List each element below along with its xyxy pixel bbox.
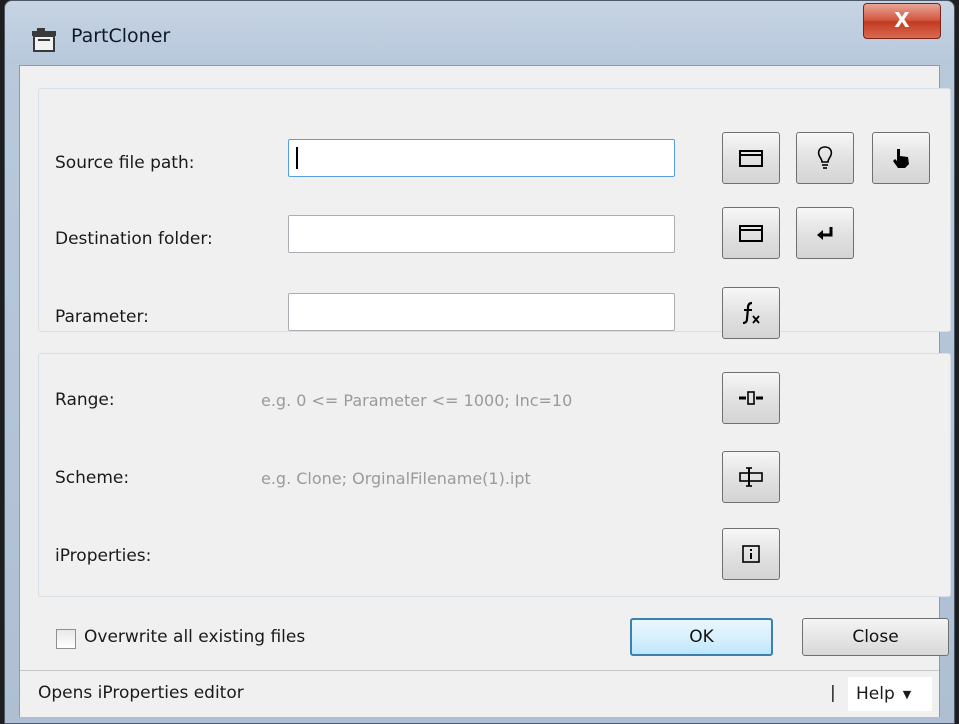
- browse-destination-button[interactable]: [722, 207, 780, 259]
- iproperties-button[interactable]: [722, 528, 780, 580]
- text-caret: [296, 147, 298, 169]
- source-file-label: Source file path:: [55, 153, 195, 173]
- help-label: Help: [856, 684, 895, 704]
- pointer-hand-icon: [893, 149, 909, 168]
- title-bar[interactable]: PartCloner X: [5, 1, 954, 65]
- paths-group: Source file path: Destination folder: Pa…: [38, 88, 951, 339]
- app-icon: [32, 28, 56, 52]
- help-dropdown[interactable]: Help ▼: [848, 677, 932, 711]
- window-title: PartCloner: [71, 25, 171, 47]
- source-file-input[interactable]: [288, 139, 675, 177]
- status-text: Opens iProperties editor: [38, 683, 244, 703]
- overwrite-label[interactable]: Overwrite all existing files: [84, 627, 305, 647]
- scheme-hint[interactable]: e.g. Clone; OrginalFilename(1).ipt: [261, 469, 531, 488]
- browse-source-button[interactable]: [722, 132, 780, 184]
- use-source-folder-button[interactable]: [796, 207, 854, 259]
- options-group: Range: e.g. 0 <= Parameter <= 1000; Inc=…: [38, 353, 951, 597]
- close-button[interactable]: Close: [802, 618, 949, 656]
- pick-source-button[interactable]: [872, 132, 930, 184]
- range-hint[interactable]: e.g. 0 <= Parameter <= 1000; Inc=10: [261, 391, 572, 410]
- parameter-input[interactable]: [288, 293, 675, 331]
- dialog-client-area: Source file path: Destination folder: Pa…: [19, 65, 951, 717]
- info-icon: [742, 545, 760, 563]
- enter-arrow-icon: [817, 227, 833, 240]
- status-bar: Opens iProperties editor | Help ▼: [20, 670, 939, 717]
- destination-folder-input[interactable]: [288, 215, 675, 253]
- function-fx-icon: [742, 301, 760, 325]
- parameter-label: Parameter:: [55, 307, 149, 327]
- status-separator: |: [830, 683, 836, 703]
- range-slider-icon: [739, 391, 763, 405]
- lightbulb-icon: [817, 146, 833, 169]
- range-label: Range:: [55, 390, 115, 410]
- folder-icon: [739, 225, 763, 242]
- scheme-label: Scheme:: [55, 468, 130, 488]
- text-cursor-icon: [739, 467, 763, 487]
- range-button[interactable]: [722, 372, 780, 424]
- dropdown-arrow-icon: ▼: [902, 687, 912, 701]
- select-parameter-button[interactable]: [722, 287, 780, 339]
- partcloner-window: PartCloner X Source file path: Destinati…: [4, 0, 955, 724]
- destination-folder-label: Destination folder:: [55, 229, 213, 249]
- scheme-button[interactable]: [722, 451, 780, 503]
- folder-icon: [739, 150, 763, 167]
- window-close-button[interactable]: X: [863, 3, 941, 39]
- suggest-source-button[interactable]: [796, 132, 854, 184]
- overwrite-checkbox[interactable]: [56, 629, 76, 649]
- iproperties-label: iProperties:: [55, 546, 152, 566]
- ok-button[interactable]: OK: [630, 618, 773, 656]
